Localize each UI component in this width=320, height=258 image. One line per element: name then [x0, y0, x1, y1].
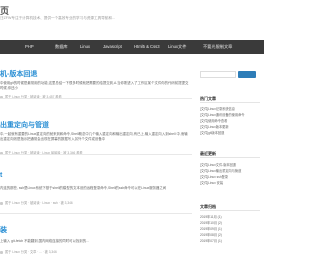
- recent-item[interactable]: [文件]Linux ssh登录: [200, 174, 228, 179]
- post-item: 机-版本回退 中使用git的时候是最常用的功能,这里总结一下很多时候就把需要的给…: [0, 69, 192, 109]
- post-title[interactable]: t: [0, 172, 2, 179]
- folder-icon: [0, 250, 3, 254]
- post-meta-text: 属于 Linux 分类 · 文章 · ... · 被 3,346: [5, 250, 57, 254]
- search-button[interactable]: 搜索: [238, 71, 256, 78]
- recent-item[interactable]: [文件]Linux文件-版本回退: [200, 162, 236, 167]
- post-excerpt: 上输入 git-fetch 不能翻到,国内网络连接的同时可以找到的...: [0, 239, 89, 243]
- archive-item[interactable]: 2019年10月 (2): [200, 220, 222, 225]
- post-excerpt: 中,一起就有重要的Linux重定向的就来到和命令,Shell概念中几个输入重定向…: [0, 132, 188, 141]
- divider: [200, 102, 260, 103]
- divider: [0, 154, 192, 155]
- post-list: 机-版本回退 中使用git的时候是最常用的功能,这里总结一下很多时候就把需要的给…: [0, 54, 196, 258]
- hot-item[interactable]: [文件]git版本回退: [200, 130, 224, 135]
- folder-icon: [0, 201, 3, 205]
- hot-item[interactable]: [文件]使用命令查看: [200, 118, 227, 123]
- nav-item-linux[interactable]: Linux: [80, 40, 90, 54]
- nav-item-more[interactable]: 不要光限制文章: [203, 40, 232, 54]
- post-meta: 属于 Linux 分类 · 被阅读 · Linux · ssh · 被 3,34…: [0, 200, 73, 205]
- main-nav: PHP 数据库 Linux Javascript Html5 & Css3 Li…: [0, 40, 264, 54]
- archive-item[interactable]: 2019年08月 (2): [200, 232, 222, 237]
- post-item: 装 上输入 git-fetch 不能翻到,国内网络连接的同时可以找到的... 属…: [0, 225, 192, 255]
- sidebar: 搜索 热门文章 [文件]Linux记录系统信息 [文件]Linux通讯设备的使用…: [200, 54, 264, 258]
- hot-item[interactable]: [文件]Linux记录系统信息: [200, 106, 235, 111]
- post-meta: 属于 Linux 分类 · 文章 · ... · 被 3,346: [0, 249, 57, 254]
- post-excerpt: 中使用git的时候是最常用的功能,这里总结一下很多时候就把需要的给提交到,A.当…: [0, 81, 189, 90]
- post-meta-text: 属于 Linux 分类 · 被阅读 · Linux · ssh · 被 3,34…: [5, 201, 73, 205]
- post-title[interactable]: 装: [0, 225, 7, 235]
- hot-item[interactable]: [文件]Linux版本更新: [200, 124, 229, 129]
- post-item: t 内连的那些, ssh是Linux系统下基于shell的模型的文本设的远程登录…: [0, 172, 192, 212]
- divider: [0, 213, 192, 214]
- post-excerpt: 内连的那些, ssh是Linux系统下基于shell的模型的文本设的远程登录命令…: [0, 186, 167, 190]
- recent-item[interactable]: [文件]Linux输出重定向与管道: [200, 168, 241, 173]
- archive-item[interactable]: 2019年09月 (1): [200, 226, 222, 231]
- nav-item-php[interactable]: PHP: [25, 40, 34, 54]
- nav-item-linux-files[interactable]: Linux文件: [168, 40, 186, 54]
- search-input[interactable]: [200, 71, 236, 78]
- post-title[interactable]: 出重定向与管道: [0, 120, 49, 130]
- divider: [200, 210, 260, 211]
- divider: [0, 98, 192, 99]
- hot-item[interactable]: [文件]Linux通讯设备的使用命令: [200, 112, 244, 117]
- archive-item[interactable]: 2019年11月 (1): [200, 214, 222, 219]
- post-title[interactable]: 机-版本回退: [0, 69, 37, 79]
- nav-item-html5-css3[interactable]: Html5 & Css3: [134, 40, 160, 54]
- recent-item[interactable]: [文件]Linux 安装: [200, 180, 223, 185]
- nav-item-javascript[interactable]: Javascript: [103, 40, 122, 54]
- archive-item[interactable]: 2019年07月 (1): [200, 238, 222, 243]
- site-description: 汪ZFW专注于计算机技术、提供一个高效专业的学习与资源工具导航和...: [0, 16, 115, 20]
- nav-item-database[interactable]: 数据库: [55, 40, 68, 54]
- site-header: 页 汪ZFW专注于计算机技术、提供一个高效专业的学习与资源工具导航和...: [0, 0, 264, 36]
- divider: [200, 157, 260, 158]
